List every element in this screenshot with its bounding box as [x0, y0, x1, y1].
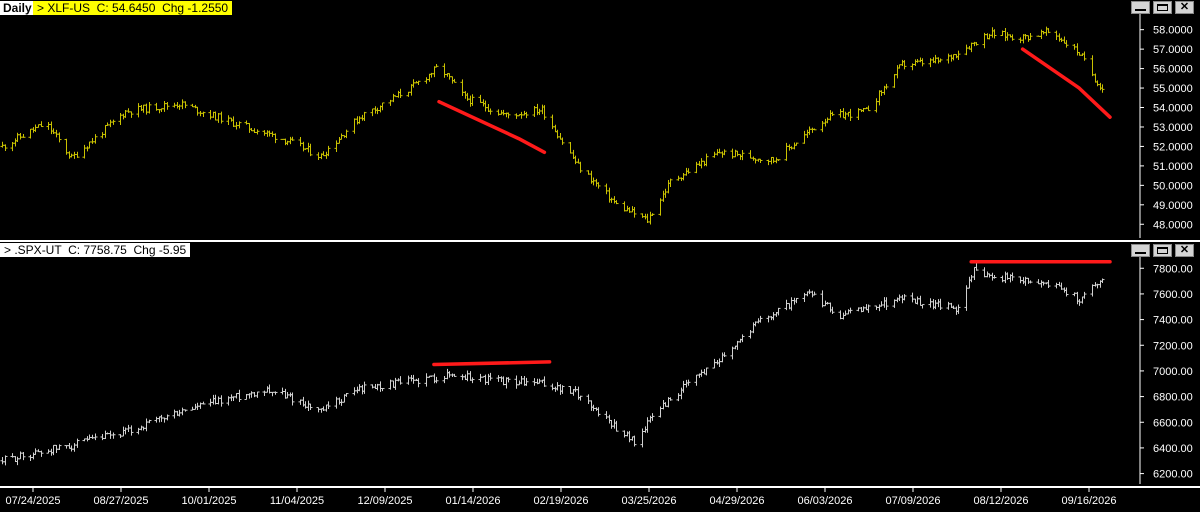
- x-tick-label: 08/12/2026: [973, 495, 1028, 507]
- top-pane-window-controls: ✕: [1131, 1, 1194, 14]
- period-label[interactable]: Daily: [0, 1, 35, 15]
- annotation-line: [432, 360, 552, 367]
- minimize-icon[interactable]: [1131, 244, 1150, 257]
- x-tick-label: 04/29/2026: [709, 495, 764, 507]
- y-tick-label: 56.0000: [1153, 64, 1193, 76]
- y-tick-label: 52.0000: [1153, 141, 1193, 153]
- bottom-pane-window-controls: ✕: [1131, 244, 1194, 257]
- x-tick-label: 03/25/2026: [621, 495, 676, 507]
- maximize-icon[interactable]: [1153, 1, 1172, 14]
- y-tick-label: 6200.00: [1153, 469, 1193, 481]
- y-tick-label: 7000.00: [1153, 366, 1193, 378]
- y-tick-label: 51.0000: [1153, 161, 1193, 173]
- xlf-title: > XLF-US C: 54.6450 Chg -1.2550: [33, 1, 233, 15]
- minimize-icon[interactable]: [1131, 1, 1150, 14]
- maximize-icon[interactable]: [1153, 244, 1172, 257]
- x-tick-label: 02/19/2026: [533, 495, 588, 507]
- y-tick-label: 57.0000: [1153, 44, 1193, 56]
- x-tick-label: 07/24/2025: [5, 495, 60, 507]
- x-tick-label: 12/09/2025: [357, 495, 412, 507]
- annotation-line: [1020, 47, 1112, 119]
- y-tick-label: 6600.00: [1153, 417, 1193, 429]
- close-icon[interactable]: ✕: [1175, 244, 1194, 257]
- y-tick-label: 7400.00: [1153, 315, 1193, 327]
- y-tick-label: 55.0000: [1153, 83, 1193, 95]
- x-tick-label: 01/14/2026: [445, 495, 500, 507]
- annotation-line: [437, 99, 547, 155]
- y-tick-label: 7200.00: [1153, 340, 1193, 352]
- y-tick-label: 54.0000: [1153, 103, 1193, 115]
- x-tick-label: 06/03/2026: [797, 495, 852, 507]
- close-icon[interactable]: ✕: [1175, 1, 1194, 14]
- x-tick-label: 08/27/2025: [93, 495, 148, 507]
- y-tick-label: 49.0000: [1153, 200, 1193, 212]
- spx-title: > .SPX-UT C: 7758.75 Chg -5.95: [0, 243, 191, 257]
- x-tick-label: 10/01/2025: [181, 495, 236, 507]
- y-tick-label: 6800.00: [1153, 392, 1193, 404]
- x-tick-label: 11/04/2025: [270, 495, 324, 507]
- y-tick-label: 7600.00: [1153, 289, 1193, 301]
- y-tick-label: 58.0000: [1153, 25, 1193, 37]
- y-tick-label: 6400.00: [1153, 443, 1193, 455]
- x-tick-label: 07/09/2026: [885, 495, 940, 507]
- y-tick-label: 7800.00: [1153, 263, 1193, 275]
- y-tick-label: 50.0000: [1153, 180, 1193, 192]
- y-tick-label: 48.0000: [1153, 219, 1193, 231]
- y-tick-label: 53.0000: [1153, 122, 1193, 134]
- x-tick-label: 09/16/2026: [1061, 495, 1116, 507]
